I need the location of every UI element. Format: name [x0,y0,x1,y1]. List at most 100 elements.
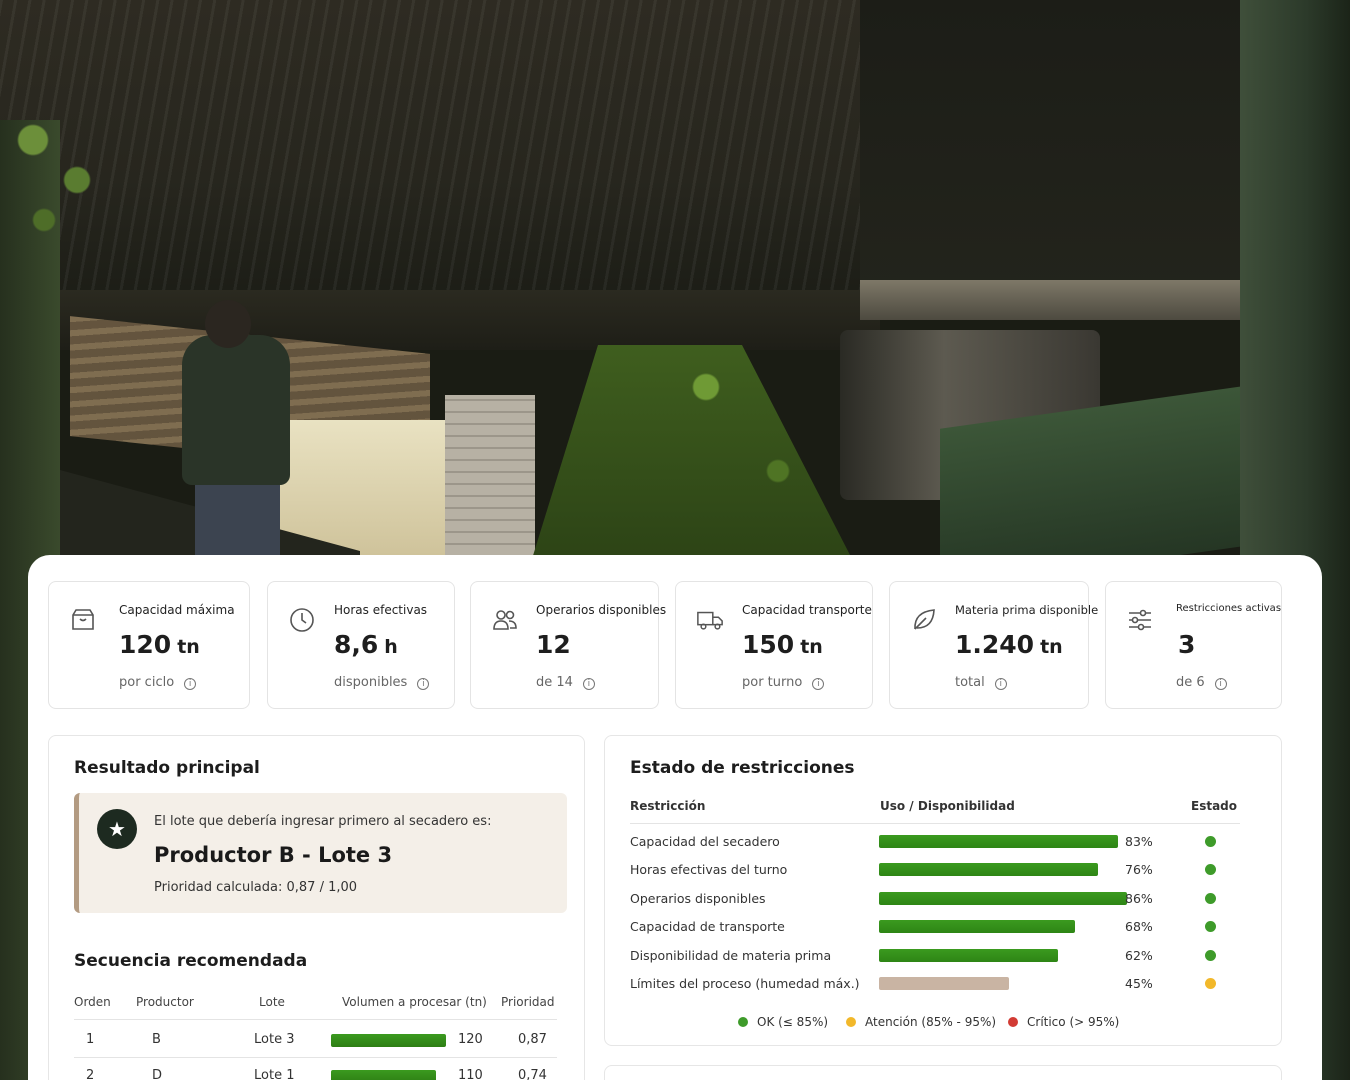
kpi-value: 150 tn [742,630,823,659]
seq-producer: B [152,1032,161,1047]
users-icon [491,606,521,636]
kpi-value: 3 [1178,630,1196,659]
kpi-sub: por turno i [742,675,825,690]
restriction-label: Límites del proceso (humedad máx.) [630,976,860,991]
restriction-bar [879,920,1075,934]
restriction-percent: 45% [1125,976,1153,991]
kpi-value: 12 [536,630,571,659]
legend-dot-critical [1008,1017,1018,1027]
restriction-label: Disponibilidad de materia prima [630,947,832,963]
left-foliage [0,60,110,260]
seq-lot: Lote 3 [254,1032,295,1047]
kpi-materia-prima: Materia prima disponible 1.240 tn total i [889,581,1098,709]
kpi-transporte: Capacidad transporte 150 tn por turno i [675,581,873,709]
legend-ok: OK (≤ 85%) [738,1015,828,1029]
result-priority: Prioridad calculada: 0,87 / 1,00 [154,880,358,895]
restriction-bar [879,891,1127,905]
seq-volume-value: 120 [458,1032,483,1047]
restriction-bar-track [879,948,1119,962]
info-icon[interactable]: i [994,678,1007,690]
result-highlight: ★ El lote que debería ingresar primero a… [74,793,567,913]
restriction-percent: 86% [1125,890,1153,906]
kpi-sub: por ciclo i [119,675,197,690]
kpi-label: Capacidad transporte [742,603,872,617]
restrictions-header-estado: Estado [1191,799,1238,813]
leaf-conveyor [533,345,850,555]
seq-header-lote: Lote [259,995,285,1009]
seq-header-prioridad: Prioridad [501,995,555,1009]
info-icon[interactable]: i [812,678,825,690]
status-dot-ok [1205,921,1216,933]
legend-dot-attention [846,1017,856,1027]
info-icon[interactable]: i [417,678,430,690]
info-icon[interactable]: i [184,678,197,690]
seq-order: 1 [86,1032,95,1047]
legend-dot-ok [738,1017,748,1027]
kpi-capacidad-maxima: Capacidad máxima 120 tn por ciclo i [48,581,250,709]
result-title: Resultado principal [74,758,260,778]
status-dot-attention [1205,978,1216,989]
seq-order: 2 [86,1068,95,1080]
kpi-value: 120 tn [119,630,200,659]
kpi-sub: de 14 i [536,675,595,690]
kpi-label: Horas efectivas [334,603,428,617]
right-wall [860,280,1260,320]
kpi-label: Operarios disponibles [536,603,667,617]
status-dot-ok [1205,949,1216,961]
legend-attention: Atención (85% - 95%) [846,1015,996,1029]
kpi-label: Restricciones activas [1176,603,1282,614]
kpi-restricciones: Restricciones activas 3 de 6i [1105,581,1282,709]
restrictions-header-restriccion: Restricción [630,799,706,813]
seq-lot: Lote 1 [254,1068,295,1080]
sequence-title: Secuencia recomendada [74,951,308,971]
status-dot-ok [1205,864,1216,876]
restriction-bar [879,977,1009,990]
kpi-sub: disponibles i [334,675,430,690]
restriction-label: Operarios disponibles [630,890,766,906]
roof-right [860,0,1300,300]
secondary-card [604,1065,1282,1080]
info-icon[interactable]: i [1214,678,1227,690]
result-main: Productor B - Lote 3 [154,843,393,867]
clock-icon [288,606,318,636]
restrictions-header-divider [630,823,1240,824]
truck-icon [696,606,726,636]
restriction-bar-track [879,977,1119,990]
kpi-sub: total i [955,675,1007,690]
restrictions-title: Estado de restricciones [630,758,855,778]
restriction-label: Capacidad de transporte [630,919,785,935]
seq-row-divider [74,1057,557,1058]
kpi-label: Materia prima disponible [955,603,1099,617]
kpi-value: 8,6 h [334,630,398,659]
seq-priority: 0,87 [518,1032,547,1047]
worker-legs [195,480,280,555]
restriction-percent: 62% [1125,947,1153,963]
legend-critical: Crítico (> 95%) [1008,1015,1119,1029]
seq-header-divider [74,1019,557,1020]
status-dot-ok [1205,836,1216,847]
seq-volume-bar [331,1034,446,1047]
worker-head [205,300,251,348]
restrictions-card: Estado de restricciones Restricción Uso … [604,735,1282,1046]
result-lead: El lote que debería ingresar primero al … [154,814,492,829]
seq-header-volumen: Volumen a procesar (tn) [342,995,487,1009]
star-icon: ★ [97,809,137,849]
worker-body [182,335,290,485]
seq-producer: D [152,1068,163,1080]
seq-header-orden: Orden [74,995,111,1009]
dashboard-panel: Capacidad máxima 120 tn por ciclo i Horas … [28,555,1322,1080]
sliders-icon [1126,606,1156,636]
kpi-value: 1.240 tn [955,630,1063,659]
restrictions-header-uso: Uso / Disponibilidad [880,799,1015,813]
leaf-icon [910,606,940,636]
package-icon [69,606,99,636]
kpi-sub: de 6i [1176,675,1227,690]
seq-volume-bar [331,1070,436,1080]
kpi-label: Capacidad máxima [119,603,235,617]
kpi-operarios: Operarios disponibles 12 de 14 i [470,581,666,709]
restriction-percent: 76% [1125,862,1153,878]
restriction-percent: 83% [1125,834,1153,849]
info-icon[interactable]: i [582,678,595,690]
restriction-bar [879,948,1058,962]
restriction-bar [879,863,1098,877]
